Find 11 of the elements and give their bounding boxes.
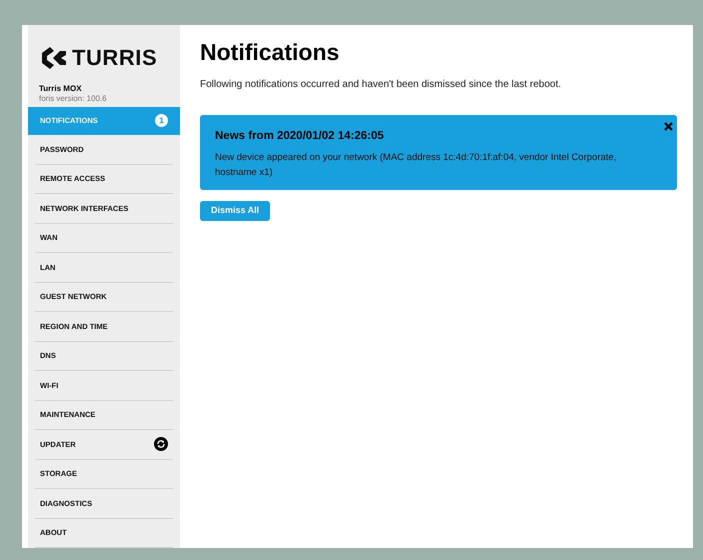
device-name: Turris MOX (39, 84, 83, 94)
count-badge: 1 (155, 114, 168, 128)
version-text: foris version: 100.6 (39, 94, 108, 104)
logo-icon (40, 46, 66, 69)
notification-message: New device appeared on your network (MAC address 1c:4d:70:1f:af:04, vendor Intel Corporate, hostname x1) (215, 151, 618, 180)
close-icon[interactable] (664, 122, 673, 131)
logo-text: TURRIS (72, 44, 158, 72)
page-title: Notifications (200, 38, 340, 67)
sync-icon (154, 437, 168, 452)
notification-title: News from 2020/01/02 14:26:05 (215, 129, 385, 144)
description-text: Following notifications occurred and haven't been dismissed since the last reboot. (200, 78, 562, 92)
